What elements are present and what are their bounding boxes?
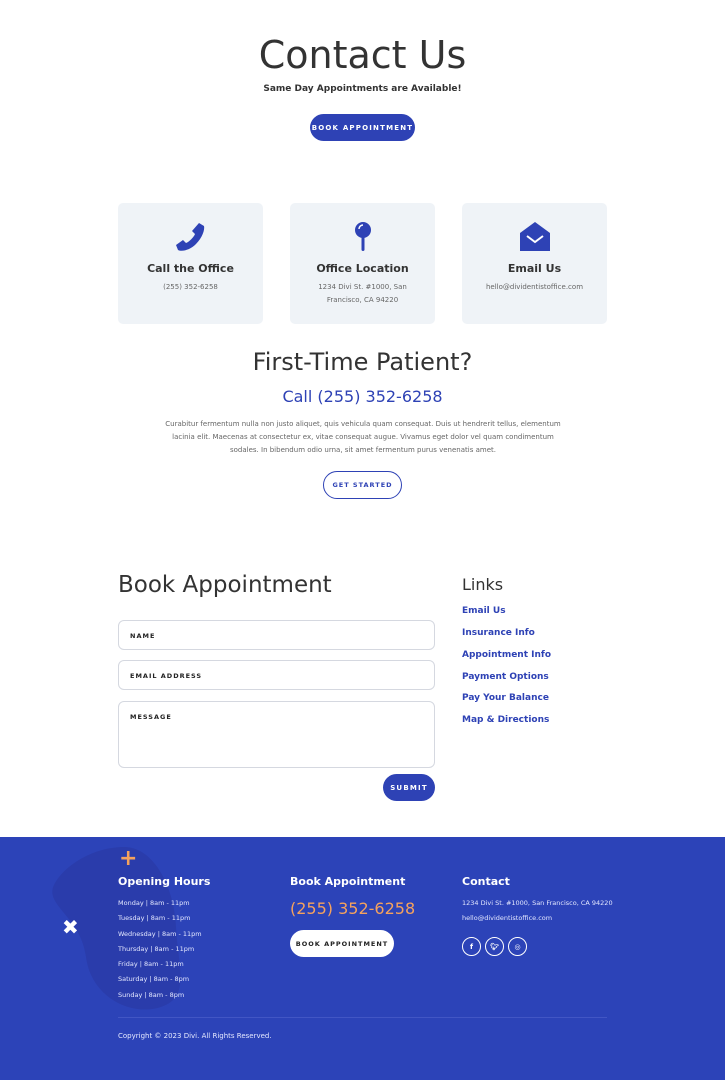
card-title: Call the Office	[147, 262, 234, 275]
link-pay-balance[interactable]: Pay Your Balance	[462, 693, 549, 703]
submit-button[interactable]: SUBMIT	[383, 774, 435, 801]
card-text: 1234 Divi St. #1000, San Francisco, CA 9…	[318, 283, 407, 304]
hours-title: Opening Hours	[118, 875, 211, 888]
twitter-icon[interactable]: 🐦︎	[485, 937, 504, 956]
card-title: Office Location	[316, 262, 409, 275]
footer-address: 1234 Divi St. #1000, San Francisco, CA 9…	[462, 899, 613, 907]
message-textarea[interactable]: MESSAGE	[118, 701, 435, 768]
link-insurance-info[interactable]: Insurance Info	[462, 628, 535, 638]
links-title: Links	[462, 575, 504, 594]
book-appointment-button[interactable]: BOOK APPOINTMENT	[310, 114, 415, 141]
link-map-directions[interactable]: Map & Directions	[462, 715, 549, 725]
facebook-icon[interactable]: f	[462, 937, 481, 956]
get-started-button[interactable]: GET STARTED	[323, 471, 402, 499]
link-email-us[interactable]: Email Us	[462, 606, 506, 616]
card-text: hello@dividentistoffice.com	[485, 283, 584, 291]
envelope-open-icon	[462, 221, 607, 253]
close-x-icon: ✖	[62, 915, 79, 939]
instagram-icon[interactable]: ◎	[508, 937, 527, 956]
link-appointment-info[interactable]: Appointment Info	[462, 650, 551, 660]
footer-divider	[118, 1017, 607, 1018]
footer-book-title: Book Appointment	[290, 875, 406, 888]
hours-list: Monday | 8am - 11pm Tuesday | 8am - 11pm…	[118, 899, 202, 1006]
card-call: Call the Office (255) 352-6258	[118, 203, 263, 324]
card-location: Office Location 1234 Divi St. #1000, San…	[290, 203, 435, 324]
card-title: Email Us	[507, 262, 562, 275]
first-time-phone[interactable]: Call (255) 352-6258	[0, 387, 725, 406]
link-payment-options[interactable]: Payment Options	[462, 672, 549, 682]
card-email: Email Us hello@dividentistoffice.com	[462, 203, 607, 324]
page-title: Contact Us	[258, 33, 467, 77]
footer-phone[interactable]: (255) 352-6258	[290, 899, 415, 918]
contact-title: Contact	[462, 875, 510, 888]
hours-item: Sunday | 8am - 8pm	[118, 990, 185, 999]
hero-subtitle: Same Day Appointments are Available!	[263, 84, 462, 94]
hours-item: Saturday | 8am - 8pm	[118, 975, 190, 984]
hours-item: Wednesday | 8am - 11pm	[118, 929, 202, 938]
first-time-body: Curabitur fermentum nulla non justo aliq…	[165, 420, 561, 454]
footer: + ✖ Opening Hours Monday | 8am - 11pm Tu…	[0, 837, 725, 1080]
footer-email[interactable]: hello@dividentistoffice.com	[462, 914, 552, 922]
map-pin-icon	[290, 221, 435, 253]
footer-book-button[interactable]: BOOK APPOINTMENT	[290, 930, 394, 957]
email-input[interactable]: EMAIL ADDRESS	[118, 660, 435, 690]
hours-item: Thursday | 8am - 11pm	[118, 944, 195, 953]
hours-item: Friday | 8am - 11pm	[118, 960, 184, 969]
hours-item: Tuesday | 8am - 11pm	[118, 914, 191, 923]
name-input[interactable]: NAME	[118, 620, 435, 650]
form-title: Book Appointment	[118, 572, 332, 598]
phone-icon	[118, 221, 263, 253]
copyright: Copyright © 2023 Divi. All Rights Reserv…	[118, 1032, 272, 1040]
social-links: f 🐦︎ ◎	[462, 937, 527, 956]
first-time-title: First-Time Patient?	[252, 348, 473, 376]
card-text: (255) 352-6258	[163, 283, 218, 291]
hours-item: Monday | 8am - 11pm	[118, 899, 190, 907]
plus-icon: +	[119, 846, 138, 871]
